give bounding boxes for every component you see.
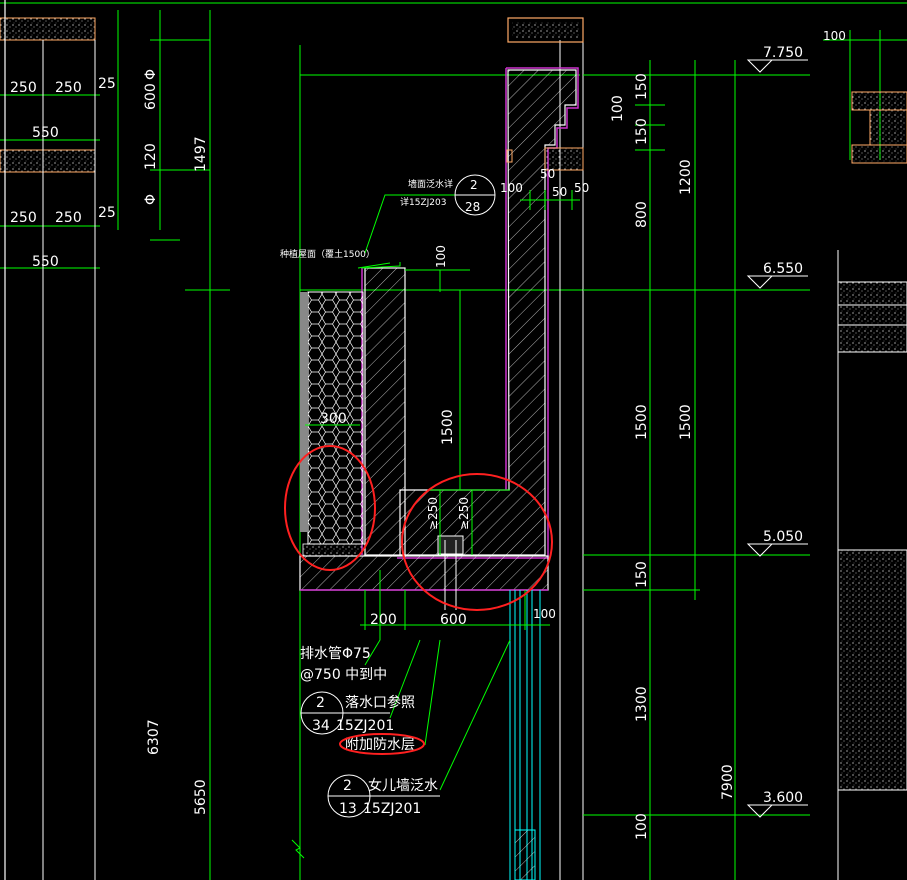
left-phi-1: Φ [143, 69, 159, 80]
left-phi-2: Φ [143, 194, 159, 205]
cad-drawing-canvas: 250 250 25 550 250 250 25 550 600 Φ 120 … [0, 0, 907, 880]
outlet-sheet: 34 [312, 718, 330, 734]
additional-waterproof-label: 附加防水层 [345, 737, 415, 753]
top-dim-100-vert: 100 [434, 245, 448, 268]
inner-dim-1500: 1500 [440, 409, 456, 445]
left-vdim-120: 120 [143, 143, 159, 170]
drain-pipe-line2: @750 中到中 [300, 667, 387, 683]
right-vdim-1500b: 1500 [678, 404, 694, 440]
bottom-dim-600: 600 [440, 612, 467, 628]
cad-drawing-viewport[interactable]: 250 250 25 550 250 250 25 550 600 Φ 120 … [0, 0, 907, 880]
left-dim-3: 25 [98, 76, 116, 92]
elevation-3600: 3.600 [763, 790, 803, 806]
parapet-sheet: 13 [339, 801, 357, 817]
parapet-num: 2 [343, 778, 352, 794]
left-vdim-1497: 1497 [193, 136, 209, 172]
right-vdim-1300: 1300 [634, 686, 650, 722]
right-vdim-150a: 150 [634, 73, 650, 100]
elevation-6550: 6.550 [763, 261, 803, 277]
right-vdim-100b: 100 [634, 813, 650, 840]
planting-roof-label: 种植屋面（覆土1500） [280, 248, 375, 260]
left-dim-5: 250 [10, 210, 37, 226]
parapet-label: 女儿墙泛水 [368, 777, 438, 794]
parapet-flashing-sheet: 28 [465, 200, 480, 214]
far-right-dim-100: 100 [823, 29, 846, 43]
parapet-flashing-ref: 详15ZJ203 [400, 196, 446, 208]
far-right-detail: 100 [823, 29, 907, 880]
parapet-flashing-num: 2 [470, 178, 478, 192]
left-dim-4: 550 [32, 125, 59, 141]
parapet-flashing-label: 墙面泛水详 [408, 178, 453, 190]
right-vdim-1500a: 1500 [634, 404, 650, 440]
top-dim-50c: 50 [574, 181, 589, 195]
elevation-5050: 5.050 [763, 529, 803, 545]
ge250-left: ≥250 [426, 497, 440, 530]
planter-width-300: 300 [320, 411, 347, 427]
left-axis-dim-5650: 5650 [193, 779, 209, 815]
right-vdim-800: 800 [634, 201, 650, 228]
left-axis-dim-6307: 6307 [146, 719, 162, 755]
outlet-label: 落水口参照 [345, 694, 415, 711]
outlet-ref: 15ZJ201 [336, 718, 394, 734]
top-dim-50b: 50 [552, 185, 567, 199]
bottom-dim-100: 100 [533, 607, 556, 621]
outlet-num: 2 [316, 695, 325, 711]
drain-pipe-line1: 排水管Φ75 [300, 646, 371, 662]
elevation-7750: 7.750 [763, 45, 803, 61]
parapet-ref: 15ZJ201 [363, 801, 421, 817]
left-dim-8: 550 [32, 254, 59, 270]
right-dimensions: 150 100 150 800 1200 1500 1500 150 1300 … [583, 45, 810, 880]
left-dim-6: 250 [55, 210, 82, 226]
left-dim-7: 25 [98, 205, 116, 221]
right-vdim-100: 100 [610, 95, 626, 122]
bottom-dim-200: 200 [370, 612, 397, 628]
left-dim-1: 250 [10, 80, 37, 96]
right-vdim-150b: 150 [634, 118, 650, 145]
right-total-7900: 7900 [720, 764, 736, 800]
ge250-right: ≥250 [457, 497, 471, 530]
right-vdim-150c: 150 [634, 561, 650, 588]
top-dim-50a: 50 [540, 167, 555, 181]
top-dim-100: 100 [500, 181, 523, 195]
left-dim-2: 250 [55, 80, 82, 96]
right-vdim-1200: 1200 [678, 159, 694, 195]
left-vdim-600: 600 [143, 83, 159, 110]
